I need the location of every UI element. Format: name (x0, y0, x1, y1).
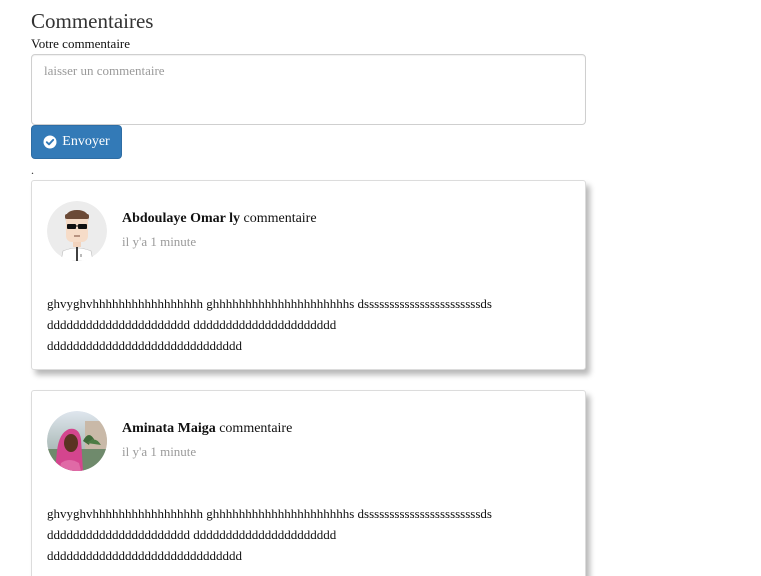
send-button-label: Envoyer (62, 134, 110, 149)
comment-line: ghvyghvhhhhhhhhhhhhhhhhh ghhhhhhhhhhhhhh… (47, 506, 492, 521)
woman-photo-avatar-icon (47, 411, 107, 471)
comment-line: dddddddddddddddddddddd ddddddddddddddddd… (47, 527, 337, 542)
comment-line: dddddddddddddddddddddddddddddd (47, 548, 242, 563)
comment-card: Abdoulaye Omar ly commentaire il y'a 1 m… (31, 180, 586, 370)
comments-section: Commentaires Votre commentaire Envoyer . (0, 0, 761, 576)
send-button[interactable]: Envoyer (31, 125, 122, 159)
comment-time: il y'a 1 minute (122, 444, 197, 459)
comment-action: commentaire (243, 211, 317, 226)
comment-time: il y'a 1 minute (122, 234, 197, 249)
comment-line: dddddddddddddddddddddd ddddddddddddddddd… (47, 317, 337, 332)
comment-body: ghvyghvhhhhhhhhhhhhhhhhh ghhhhhhhhhhhhhh… (47, 293, 572, 356)
comment-field-label: Votre commentaire (31, 36, 131, 51)
comment-action: commentaire (219, 421, 293, 436)
comment-textarea[interactable] (31, 54, 586, 125)
comment-header: Aminata Maiga commentaire (122, 420, 292, 438)
comment-line: dddddddddddddddddddddddddddddd (47, 338, 242, 353)
separator-dot: . (31, 163, 34, 177)
check-circle-icon (43, 135, 57, 149)
comment-author[interactable]: Aminata Maiga (122, 421, 216, 436)
comment-header: Abdoulaye Omar ly commentaire (122, 210, 317, 228)
comment-line: ghvyghvhhhhhhhhhhhhhhhhh ghhhhhhhhhhhhhh… (47, 296, 492, 311)
section-title: Commentaires (31, 9, 154, 33)
comment-card: Aminata Maiga commentaire il y'a 1 minut… (31, 390, 586, 576)
comment-author[interactable]: Abdoulaye Omar ly (122, 211, 240, 226)
comment-body: ghvyghvhhhhhhhhhhhhhhhhh ghhhhhhhhhhhhhh… (47, 503, 572, 566)
cartoon-man-avatar-icon (47, 201, 107, 261)
